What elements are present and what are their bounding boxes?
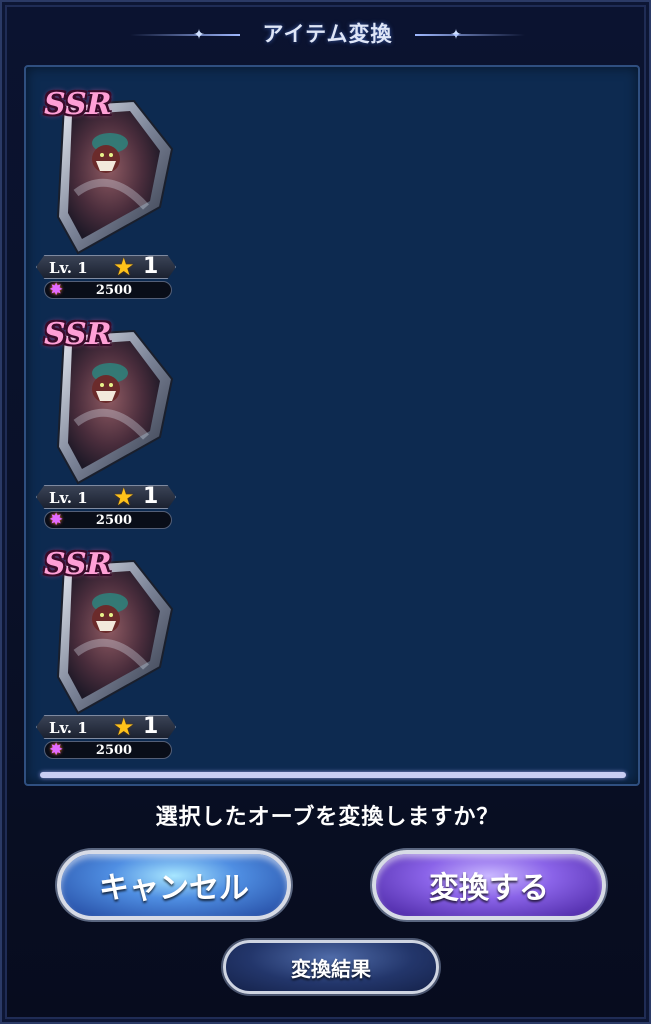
points-value: 2500 [95,513,133,528]
convert-button[interactable]: 変換する [372,850,606,920]
points-value: 2500 [95,743,133,758]
conversion-result-button[interactable]: 変換結果 [223,940,439,994]
points-bar: ✸ 2500 [44,510,172,530]
rarity-badge: SSR [44,317,112,352]
star-count: 1 [143,254,159,279]
horizontal-scrollbar[interactable] [40,772,626,778]
header-decoration-right [415,34,525,36]
level-label: Lv. 1 [49,719,88,737]
star-icon: ★ [113,483,135,511]
points-value: 2500 [95,283,133,298]
star-count: 1 [143,714,159,739]
orb-card[interactable]: SSR Lv. 1 ★ 1 ✸ 2500 [34,67,176,300]
level-label: Lv. 1 [49,259,88,277]
confirm-question: 選択したオーブを変換しますか？ [155,805,500,830]
dialog-title: アイテム変換 [262,22,393,46]
orb-card[interactable]: SSR Lv. 1 ★ 1 ✸ 2500 [34,527,176,760]
level-bar: Lv. 1 ★ 1 [36,715,176,739]
rarity-badge: SSR [44,87,112,122]
star-icon: ★ [113,713,135,741]
cancel-button[interactable]: キャンセル [57,850,291,920]
level-bar: Lv. 1 ★ 1 [36,485,176,509]
crystal-icon: ✸ [49,510,64,530]
header-sparkle-left-icon: ✦ [193,27,205,43]
star-count: 1 [143,484,159,509]
orb-card[interactable]: SSR Lv. 1 ★ 1 ✸ 2500 [34,297,176,530]
points-bar: ✸ 2500 [44,740,172,760]
crystal-icon: ✸ [49,280,64,300]
rarity-badge: SSR [44,547,112,582]
star-icon: ★ [113,253,135,281]
dialog-header: ✦ アイテム変換 ✦ [2,2,651,64]
crystal-icon: ✸ [49,740,64,760]
orb-list-panel[interactable]: SSR Lv. 1 ★ 1 ✸ 2500 SSR Lv. 1 ★ 1 ✸ 250… [24,65,640,786]
header-decoration-left [130,34,240,36]
points-bar: ✸ 2500 [44,280,172,300]
level-label: Lv. 1 [49,489,88,507]
level-bar: Lv. 1 ★ 1 [36,255,176,279]
item-convert-dialog: ✦ アイテム変換 ✦ SSR [0,0,651,1024]
